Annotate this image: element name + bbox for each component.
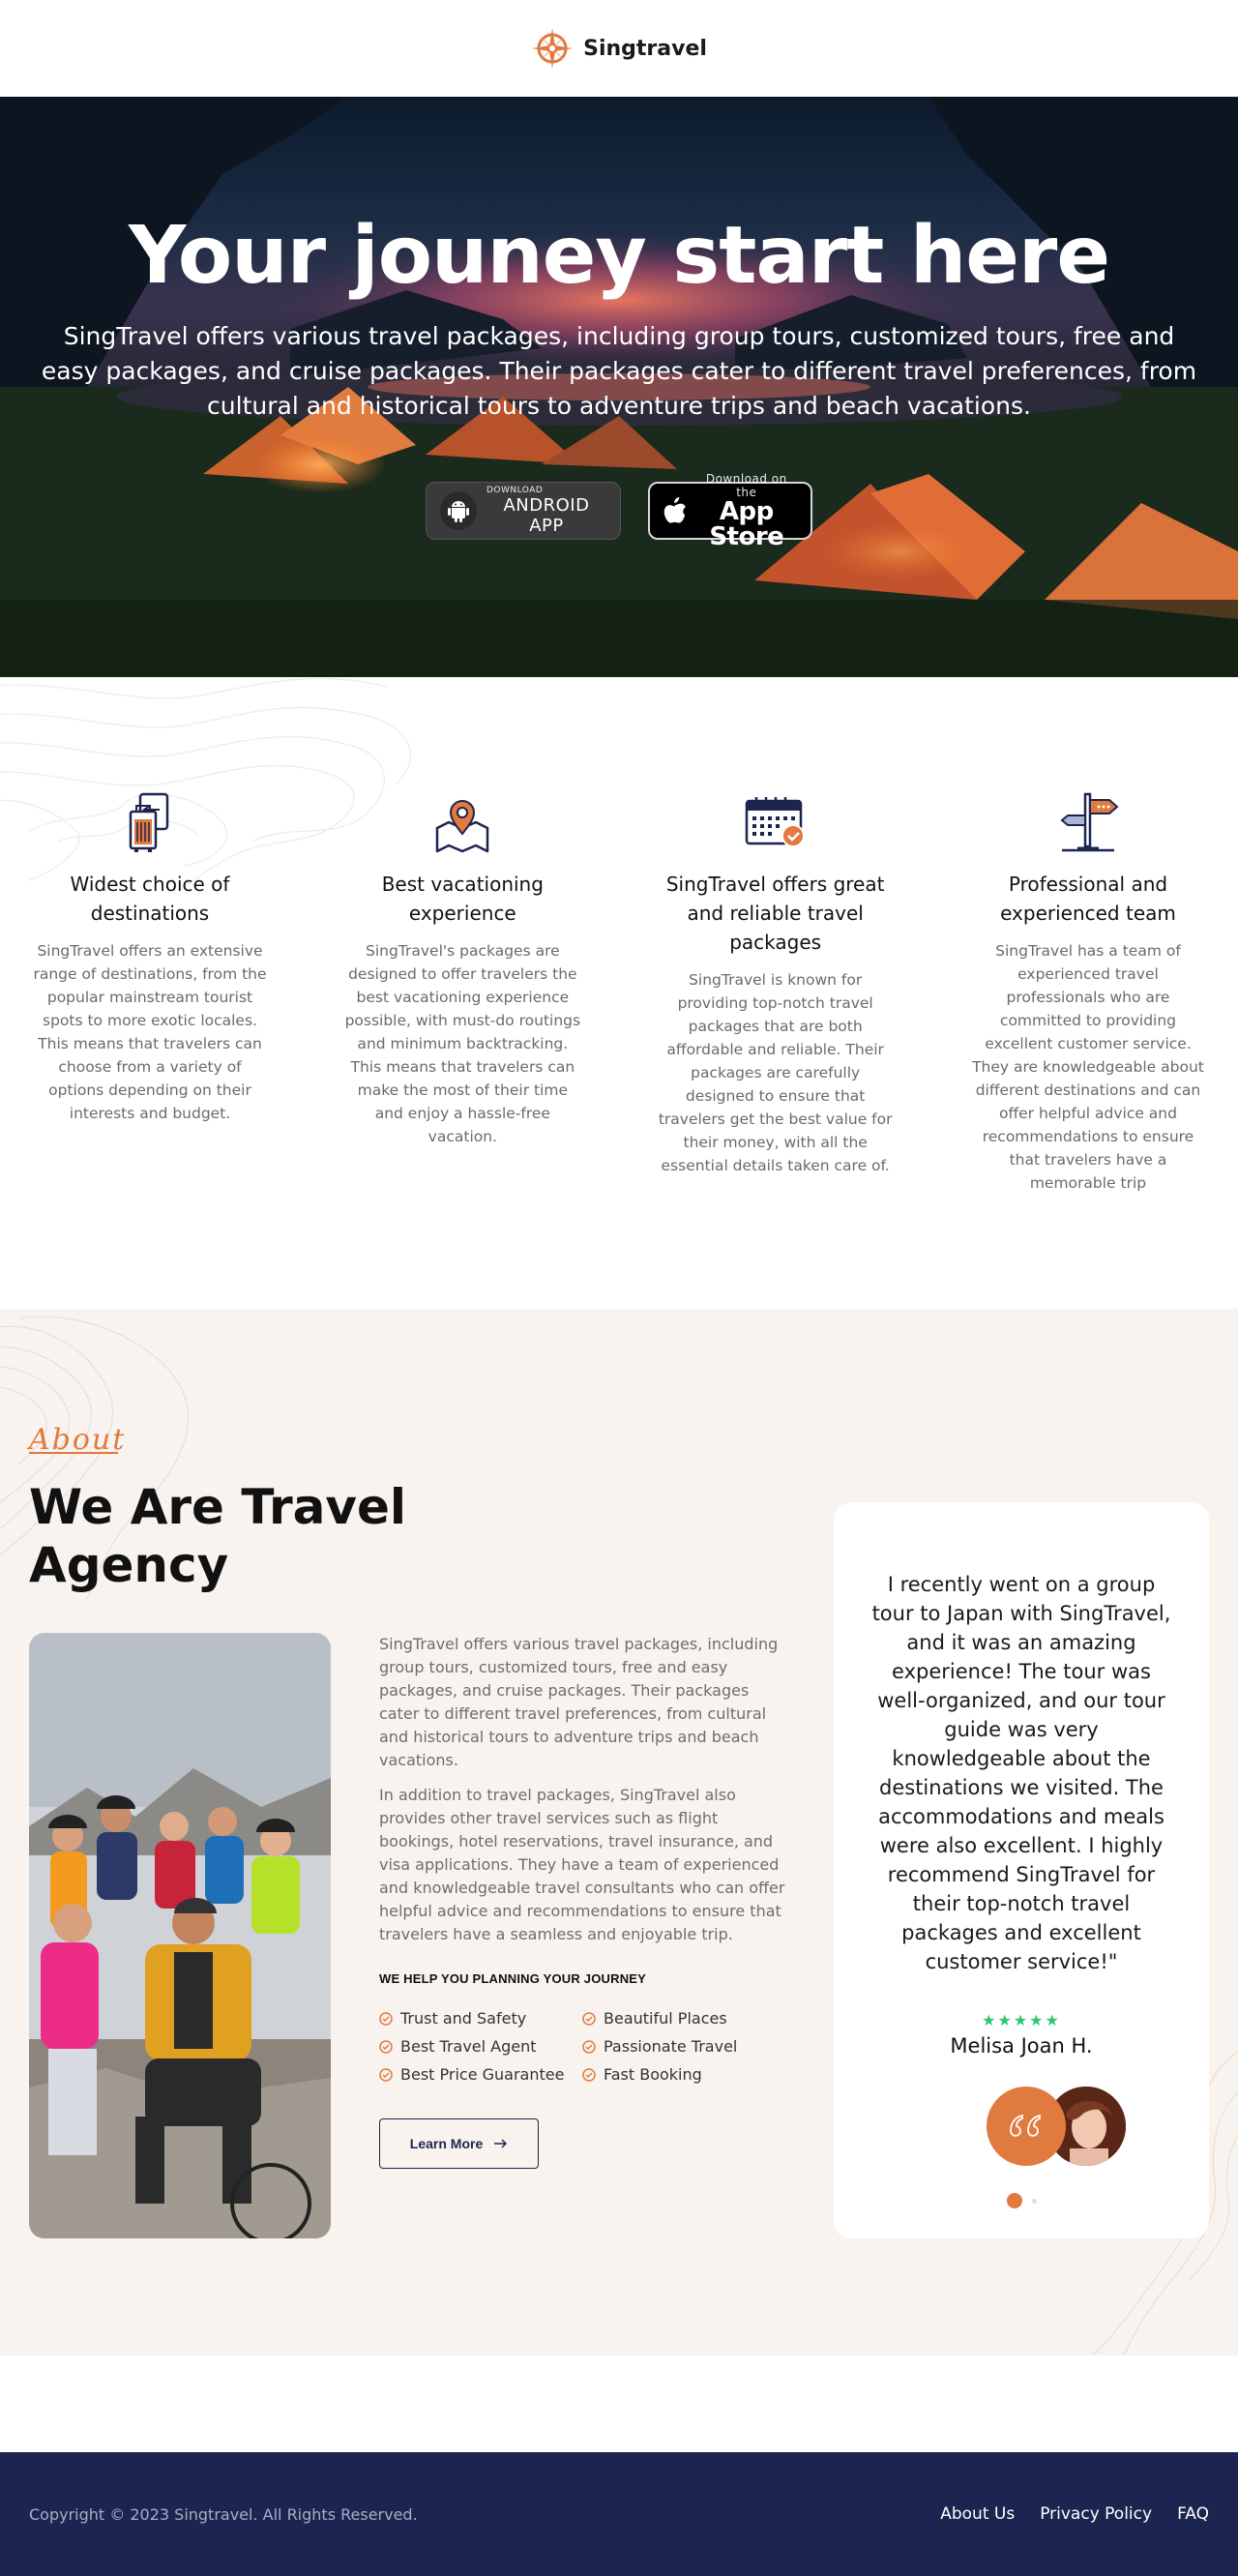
learn-more-button[interactable]: Learn More (379, 2118, 539, 2169)
feature-text: SingTravel's packages are designed to of… (344, 942, 581, 1145)
brand-logo[interactable]: Singtravel (531, 27, 707, 70)
carousel-dots (869, 2193, 1174, 2208)
group-travel-photo (29, 1633, 331, 2238)
checklist-label: Fast Booking (604, 2065, 702, 2084)
learn-more-label: Learn More (409, 2136, 484, 2151)
signpost-icon (967, 788, 1209, 856)
feature-title: Best vacationing experience (381, 873, 544, 925)
check-circle-icon (379, 2039, 393, 2054)
checklist-label: Beautiful Places (604, 2009, 727, 2028)
compass-icon (532, 28, 574, 69)
feature-title: Professional and experienced team (1000, 873, 1176, 925)
checklist-item: Best Price Guarantee (379, 2065, 582, 2084)
copyright-text: Copyright © 2023 Singtravel. All Rights … (29, 2504, 418, 2524)
footer-link-faq[interactable]: FAQ (1177, 2504, 1209, 2524)
footer-links: About Us Privacy Policy FAQ (940, 2504, 1209, 2524)
checklist-item: Trust and Safety (379, 2009, 582, 2028)
app-store-big-label: App Store (709, 497, 784, 552)
android-icon (440, 491, 477, 531)
feature-text: SingTravel is known for providing top-no… (658, 971, 893, 1174)
android-big-label: ANDROID APP (503, 495, 590, 537)
rating-stars: ★★★★★ (982, 2013, 1061, 2029)
map-pin-icon (341, 788, 583, 856)
reviewer-avatars (869, 2087, 1174, 2166)
check-circle-icon (582, 2039, 596, 2054)
checklist-item: Fast Booking (582, 2065, 776, 2084)
feature-text: SingTravel has a team of experienced tra… (972, 942, 1204, 1192)
section-spacer (0, 2355, 1238, 2452)
about-copy: SingTravel offers various travel package… (379, 1633, 785, 2169)
feature-card: Best vacationing experience SingTravel's… (341, 788, 583, 1195)
site-header: Singtravel (0, 0, 1238, 97)
checklist-label: Trust and Safety (400, 2009, 527, 2028)
hero-title: Your jouney start here (129, 210, 1110, 302)
about-section: About We Are Travel Agency SingTravel of… (0, 1309, 1238, 2355)
about-paragraph: In addition to travel packages, SingTrav… (379, 1786, 785, 1943)
quote-icon (987, 2087, 1066, 2166)
site-footer: Copyright © 2023 Singtravel. All Rights … (0, 2452, 1238, 2576)
feature-title: SingTravel offers great and reliable tra… (665, 873, 885, 954)
features-grid: Widest choice of destinations SingTravel… (29, 788, 1209, 1195)
testimonial-quote: I recently went on a group tour to Japan… (871, 1573, 1171, 1973)
check-circle-icon (582, 2011, 596, 2026)
help-title: WE HELP YOU PLANNING YOUR JOURNEY (379, 1971, 647, 1986)
footer-link-privacy-policy[interactable]: Privacy Policy (1040, 2504, 1152, 2524)
footer-link-about-us[interactable]: About Us (940, 2504, 1015, 2524)
check-circle-icon (379, 2011, 393, 2026)
testimonial-card: I recently went on a group tour to Japan… (834, 1502, 1209, 2238)
app-store-button[interactable]: Download on the App Store (648, 472, 812, 549)
hero-section: Your jouney start here SingTravel offers… (0, 97, 1238, 677)
check-circle-icon (379, 2067, 393, 2082)
feature-card: Widest choice of destinations SingTravel… (29, 788, 271, 1195)
checklist-item: Best Travel Agent (379, 2037, 582, 2056)
app-store-small-label: Download on the (705, 472, 787, 500)
carousel-dot-active[interactable] (1006, 2193, 1022, 2208)
carousel-dot[interactable] (1031, 2198, 1037, 2204)
apple-icon (663, 497, 686, 523)
feature-text: SingTravel offers an extensive range of … (33, 942, 267, 1122)
brand-name: Singtravel (583, 36, 707, 61)
features-section: Widest choice of destinations SingTravel… (0, 677, 1238, 1309)
hero-subtitle: SingTravel offers various travel package… (41, 322, 1197, 421)
calendar-check-icon (655, 788, 897, 856)
feature-card: SingTravel offers great and reliable tra… (655, 788, 897, 1195)
checklist-label: Passionate Travel (604, 2037, 738, 2056)
features-checklist: Trust and Safety Beautiful Places Best T… (379, 2009, 785, 2084)
about-paragraph: SingTravel offers various travel package… (379, 1635, 779, 1769)
about-title: We Are Travel Agency (29, 1479, 407, 1593)
app-download-buttons: DOWNLOAD ANDROID APP Download on the App… (39, 472, 1199, 549)
checklist-label: Best Price Guarantee (400, 2065, 565, 2084)
checklist-label: Best Travel Agent (400, 2037, 537, 2056)
arrow-right-icon (494, 2139, 508, 2148)
luggage-icon (29, 788, 271, 856)
feature-title: Widest choice of destinations (70, 873, 230, 925)
checklist-item: Passionate Travel (582, 2037, 776, 2056)
android-app-button[interactable]: DOWNLOAD ANDROID APP (426, 482, 621, 541)
check-circle-icon (582, 2067, 596, 2082)
feature-card: Professional and experienced team SingTr… (967, 788, 1209, 1195)
kicker-underline (29, 1452, 118, 1454)
hero-content: Your jouney start here SingTravel offers… (0, 210, 1238, 549)
checklist-item: Beautiful Places (582, 2009, 776, 2028)
android-small-label: DOWNLOAD (486, 486, 544, 496)
reviewer-name: Melisa Joan H. (950, 2034, 1093, 2058)
